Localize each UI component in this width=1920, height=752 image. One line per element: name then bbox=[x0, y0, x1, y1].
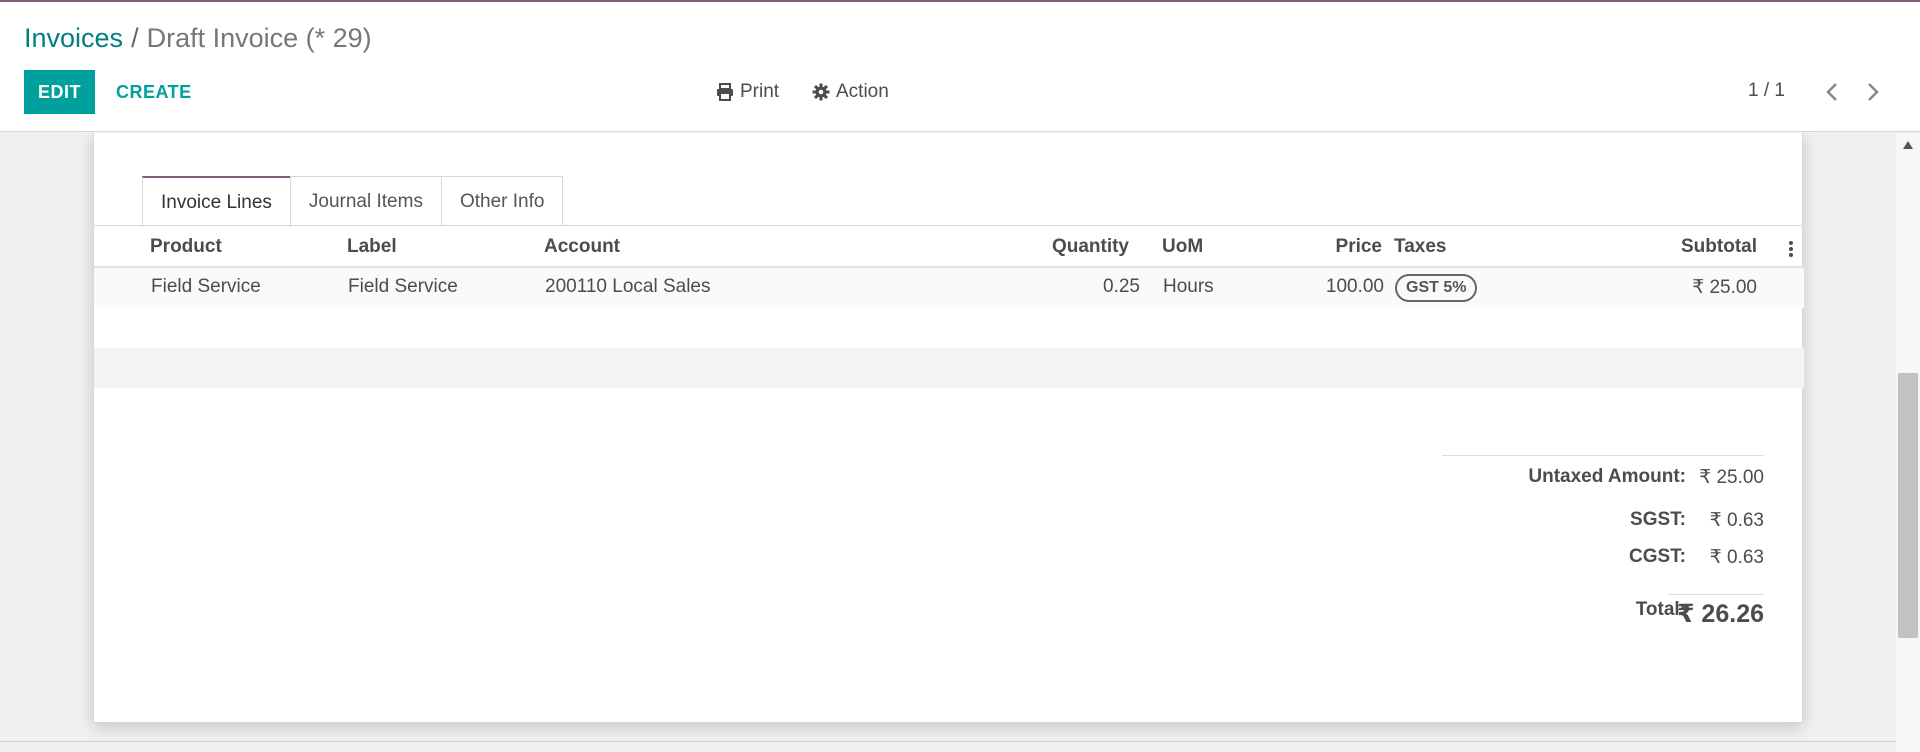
chevron-left-icon bbox=[1826, 83, 1837, 101]
column-header-subtotal[interactable]: Subtotal bbox=[1594, 236, 1757, 258]
column-header-quantity[interactable]: Quantity bbox=[964, 236, 1129, 258]
breadcrumb-separator: / bbox=[131, 23, 139, 53]
total-divider bbox=[1668, 594, 1764, 595]
scroll-up-arrow-icon[interactable] bbox=[1902, 140, 1914, 150]
cell-quantity: 0.25 bbox=[1103, 276, 1140, 297]
print-icon bbox=[717, 83, 733, 101]
form-sheet: Invoice Lines Journal Items Other Info P… bbox=[93, 133, 1804, 723]
table-row[interactable]: Field Service Field Service 200110 Local… bbox=[94, 268, 1804, 308]
breadcrumb-invoices-link[interactable]: Invoices bbox=[24, 23, 123, 53]
tab-journal-items[interactable]: Journal Items bbox=[289, 176, 442, 226]
column-header-price[interactable]: Price bbox=[1274, 236, 1382, 258]
column-header-account[interactable]: Account bbox=[544, 236, 620, 258]
scrollbar-thumb[interactable] bbox=[1898, 373, 1918, 638]
control-panel: Invoices / Draft Invoice (* 29) EDIT CREAT… bbox=[0, 2, 1920, 132]
edit-button[interactable]: EDIT bbox=[24, 70, 95, 114]
kebab-icon[interactable] bbox=[1788, 240, 1794, 258]
action-button[interactable]: Action bbox=[812, 74, 889, 110]
column-header-label[interactable]: Label bbox=[347, 236, 397, 258]
pager-next-button[interactable] bbox=[1859, 78, 1887, 106]
action-label: Action bbox=[836, 81, 889, 102]
cgst-value: ₹ 0.63 bbox=[1709, 547, 1764, 568]
print-label: Print bbox=[740, 81, 780, 102]
chevron-right-icon bbox=[1868, 83, 1879, 101]
total-value: ₹ 26.26 bbox=[1677, 600, 1764, 628]
sgst-value: ₹ 0.63 bbox=[1709, 510, 1764, 531]
cell-label: Field Service bbox=[348, 276, 458, 297]
tab-invoice-lines[interactable]: Invoice Lines bbox=[142, 176, 291, 227]
cell-product: Field Service bbox=[151, 276, 261, 297]
untaxed-amount-value: ₹ 25.00 bbox=[1699, 467, 1764, 488]
notebook-tabs: Invoice Lines Journal Items Other Info bbox=[142, 176, 564, 227]
print-button[interactable]: Print bbox=[716, 74, 779, 110]
empty-row bbox=[94, 348, 1804, 388]
breadcrumb-current: Draft Invoice (* 29) bbox=[146, 23, 372, 53]
pager-value[interactable]: 1 / 1 bbox=[1748, 80, 1785, 102]
gear-icon bbox=[812, 83, 830, 101]
cell-subtotal: ₹ 25.00 bbox=[1692, 277, 1757, 298]
column-header-uom[interactable]: UoM bbox=[1162, 236, 1203, 258]
table-header: Product Label Account Quantity UoM Price… bbox=[94, 226, 1804, 268]
form-content: Invoice Lines Journal Items Other Info P… bbox=[0, 133, 1920, 752]
cell-price: 100.00 bbox=[1325, 276, 1384, 297]
tab-other-info[interactable]: Other Info bbox=[440, 176, 564, 226]
column-header-product[interactable]: Product bbox=[150, 236, 222, 258]
column-header-taxes[interactable]: Taxes bbox=[1394, 236, 1446, 258]
totals-divider bbox=[1442, 455, 1764, 456]
tax-badge: GST 5% bbox=[1395, 274, 1478, 302]
cell-account: 200110 Local Sales bbox=[545, 276, 711, 297]
bottom-divider bbox=[0, 741, 1896, 742]
breadcrumb: Invoices / Draft Invoice (* 29) bbox=[24, 20, 372, 56]
cell-uom: Hours bbox=[1163, 276, 1214, 297]
pager-previous-button[interactable] bbox=[1818, 78, 1846, 106]
create-button[interactable]: CREATE bbox=[104, 70, 204, 114]
